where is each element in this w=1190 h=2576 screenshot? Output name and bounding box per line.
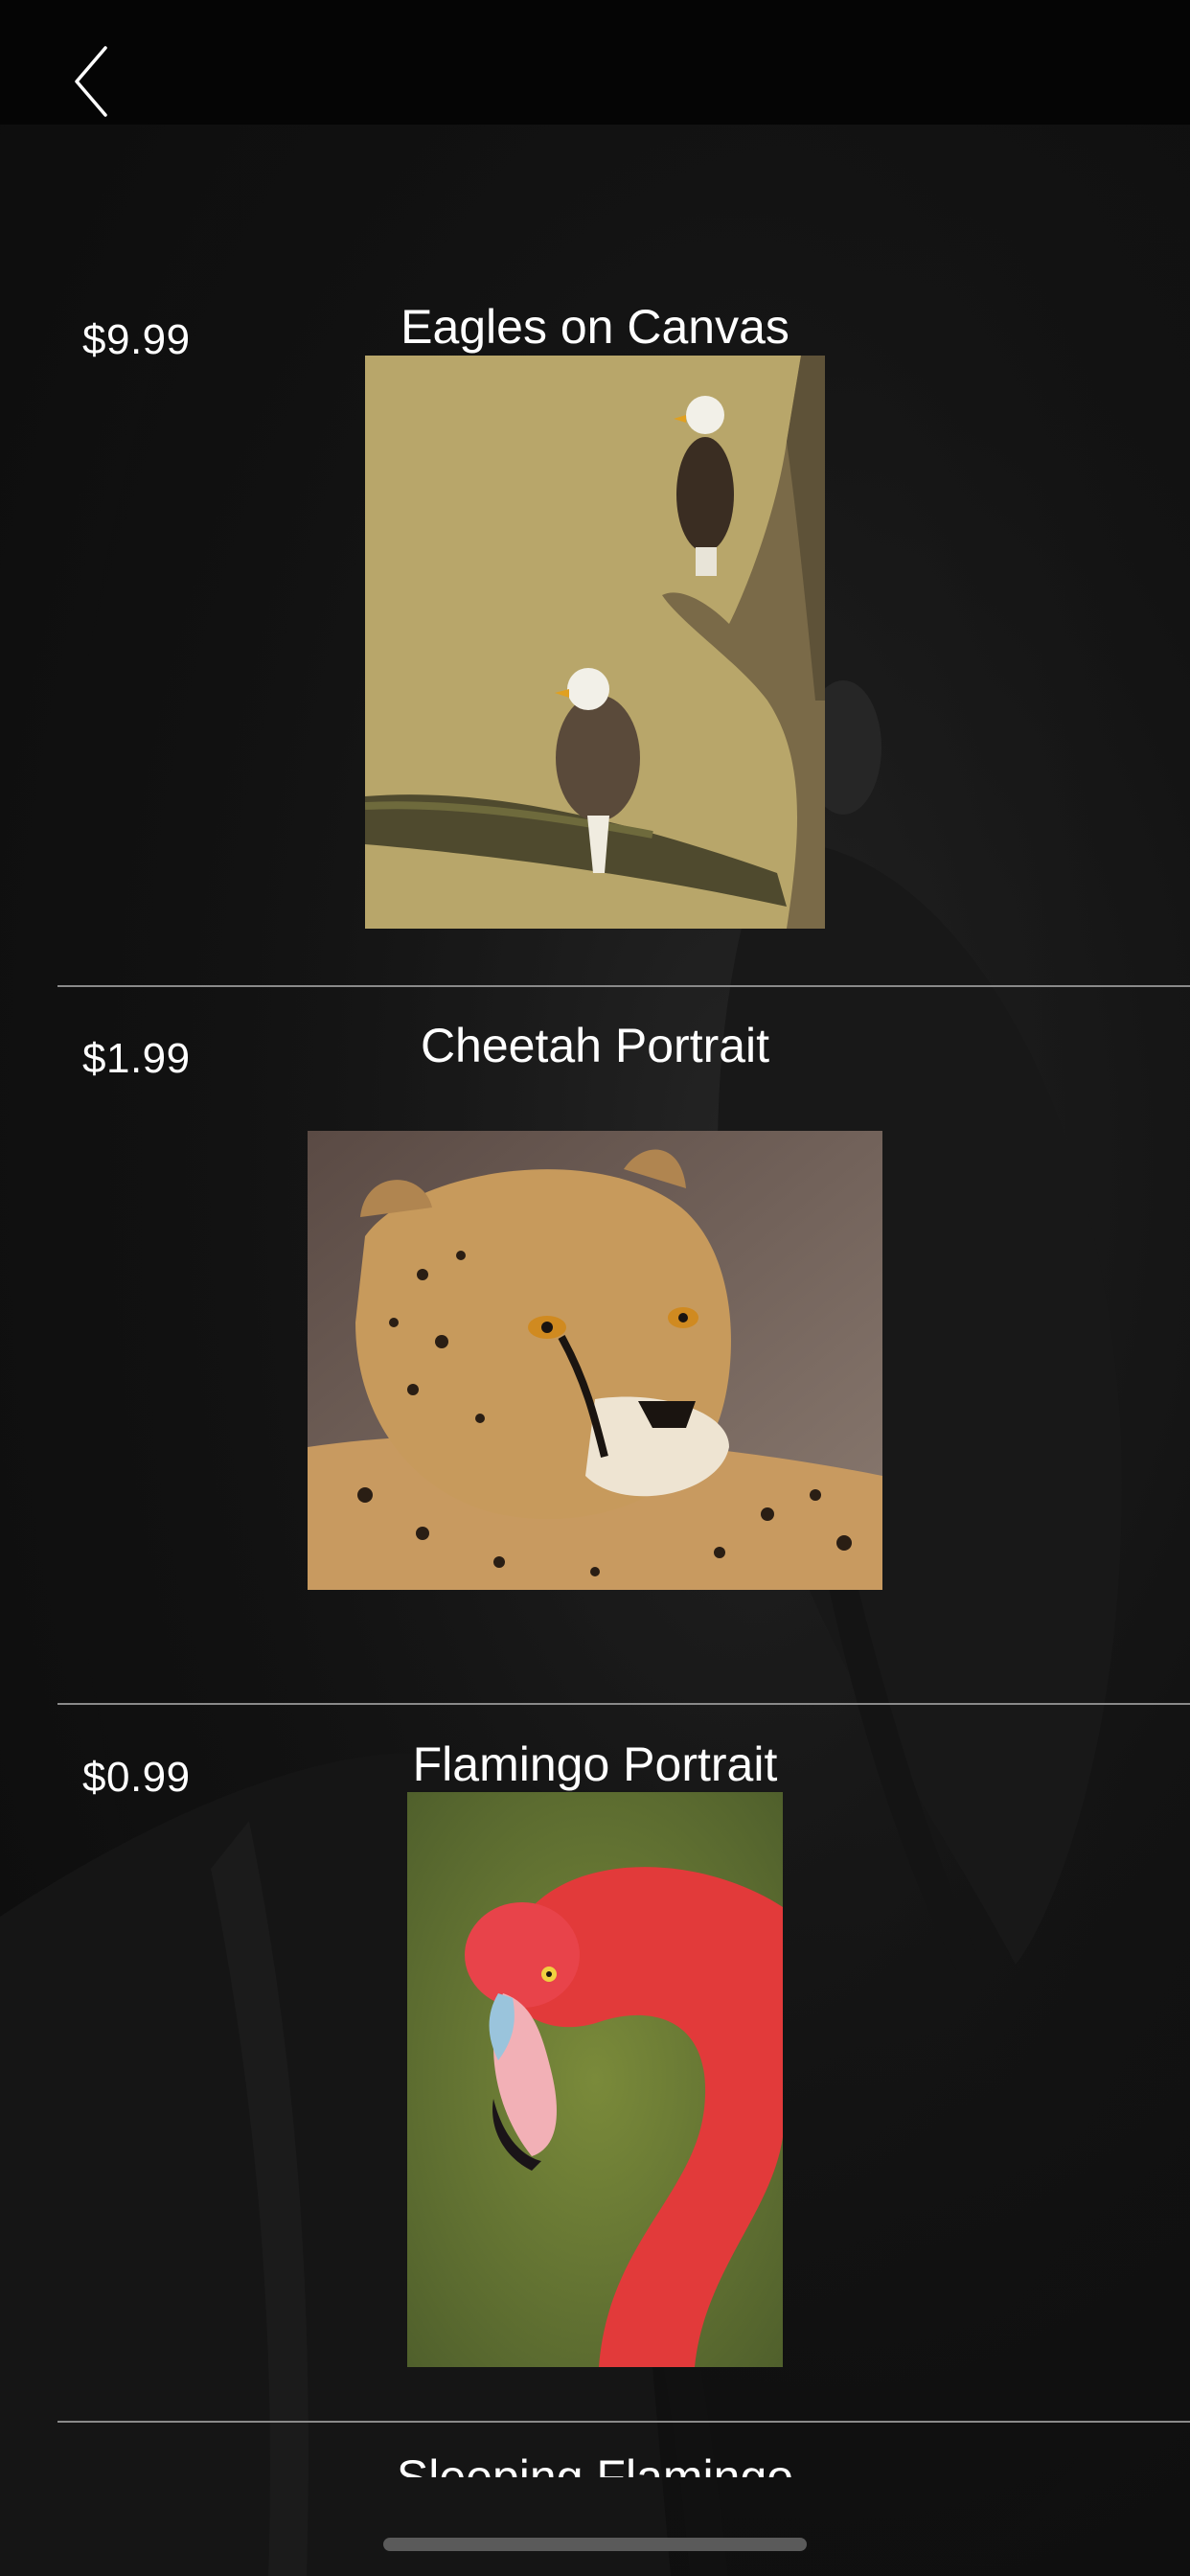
item-title: Flamingo Portrait — [412, 1737, 778, 1791]
home-indicator[interactable] — [383, 2538, 807, 2551]
item-title: Cheetah Portrait — [420, 1019, 770, 1072]
row-divider — [57, 1703, 1190, 1705]
next-item-title[interactable]: Sleeping Flamingo — [0, 2449, 1190, 2477]
product-list-screen: $9.99 Eagles on Canvas $1.99 Cheetah Por… — [0, 0, 1190, 2576]
eagles-photo[interactable] — [365, 356, 825, 929]
chevron-left-icon — [75, 46, 107, 117]
back-button[interactable] — [57, 38, 125, 125]
flamingo-photo[interactable] — [407, 1792, 783, 2367]
navigation-bar — [0, 0, 1190, 125]
row-divider — [57, 2421, 1190, 2423]
item-title: Eagles on Canvas — [400, 300, 790, 354]
row-divider — [57, 985, 1190, 987]
cheetah-photo[interactable] — [308, 1131, 882, 1590]
